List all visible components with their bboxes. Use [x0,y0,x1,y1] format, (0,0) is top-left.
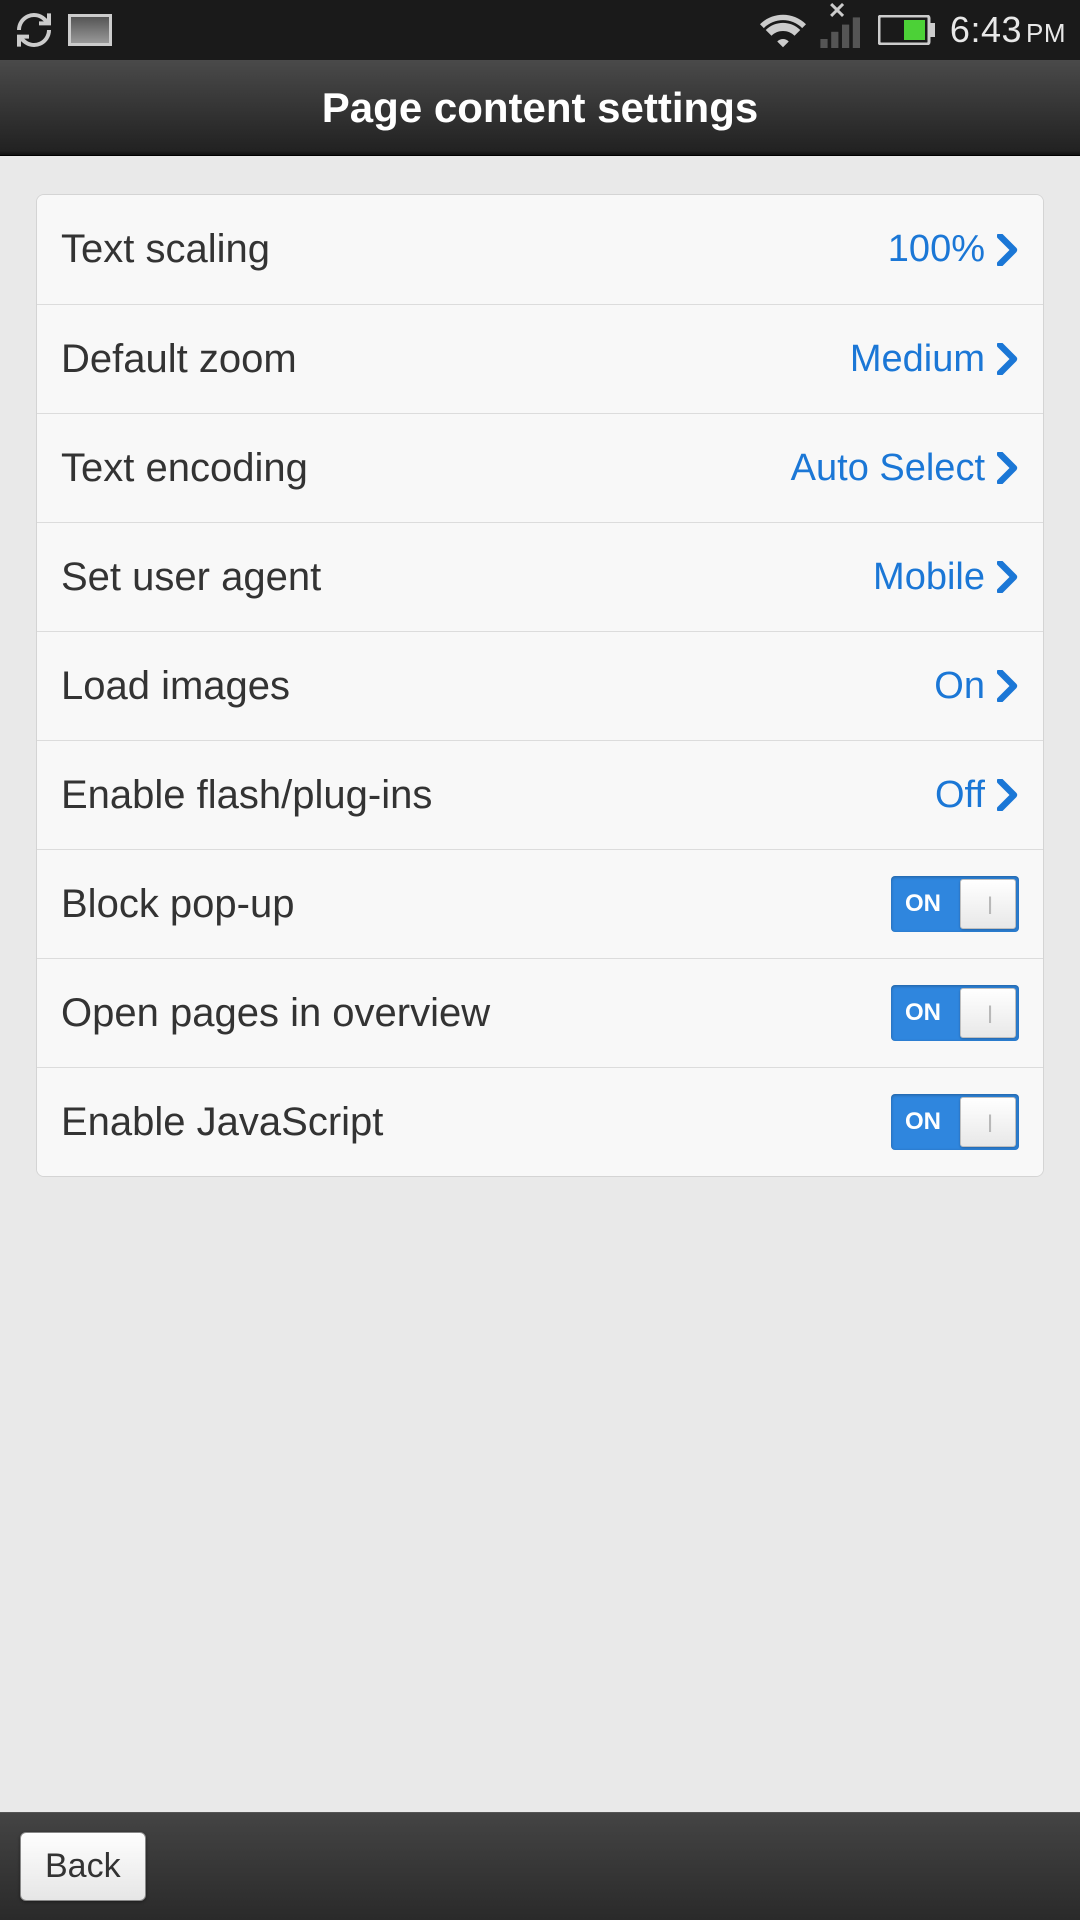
row-value: Medium [850,338,985,381]
status-bar: ✕ 6:43PM [0,0,1080,60]
row-text-scaling[interactable]: Text scaling 100% [37,195,1043,304]
toggle-javascript[interactable]: ON ||| [891,1094,1019,1150]
wifi-icon [760,12,806,48]
row-text-encoding[interactable]: Text encoding Auto Select [37,413,1043,522]
chevron-right-icon [997,670,1019,702]
row-label: Load images [61,664,934,709]
row-value: On [934,665,985,708]
row-label: Block pop-up [61,882,891,927]
row-user-agent[interactable]: Set user agent Mobile [37,522,1043,631]
bottom-bar: Back [0,1812,1080,1920]
settings-list: Text scaling 100% Default zoom Medium Te… [36,194,1044,1177]
toggle-state: ON [905,1108,941,1136]
row-label: Set user agent [61,555,873,600]
toggle-state: ON [905,890,941,918]
title-bar: Page content settings [0,60,1080,156]
row-label: Text scaling [61,227,888,272]
page-title: Page content settings [322,84,758,132]
row-label: Default zoom [61,337,850,382]
display-icon [68,14,112,46]
chevron-right-icon [997,234,1019,266]
row-value: Mobile [873,556,985,599]
chevron-right-icon [997,343,1019,375]
row-block-popup: Block pop-up ON ||| [37,849,1043,958]
chevron-right-icon [997,452,1019,484]
row-enable-javascript: Enable JavaScript ON ||| [37,1067,1043,1176]
toggle-state: ON [905,999,941,1027]
row-label: Enable JavaScript [61,1100,891,1145]
battery-icon [878,15,936,45]
row-label: Text encoding [61,446,791,491]
status-time: 6:43PM [950,9,1066,51]
row-value: Off [935,774,985,817]
chevron-right-icon [997,561,1019,593]
back-button[interactable]: Back [20,1832,146,1901]
row-value: 100% [888,228,985,271]
toggle-knob: ||| [960,988,1016,1038]
row-label: Open pages in overview [61,991,891,1036]
row-label: Enable flash/plug-ins [61,773,935,818]
toggle-knob: ||| [960,1097,1016,1147]
chevron-right-icon [997,779,1019,811]
toggle-knob: ||| [960,879,1016,929]
row-open-overview: Open pages in overview ON ||| [37,958,1043,1067]
toggle-overview[interactable]: ON ||| [891,985,1019,1041]
row-default-zoom[interactable]: Default zoom Medium [37,304,1043,413]
no-signal-x-icon: ✕ [828,0,846,24]
row-enable-flash[interactable]: Enable flash/plug-ins Off [37,740,1043,849]
sync-icon [14,10,54,50]
signal-icon: ✕ [820,12,864,48]
toggle-block-popup[interactable]: ON ||| [891,876,1019,932]
row-value: Auto Select [791,447,985,490]
row-load-images[interactable]: Load images On [37,631,1043,740]
